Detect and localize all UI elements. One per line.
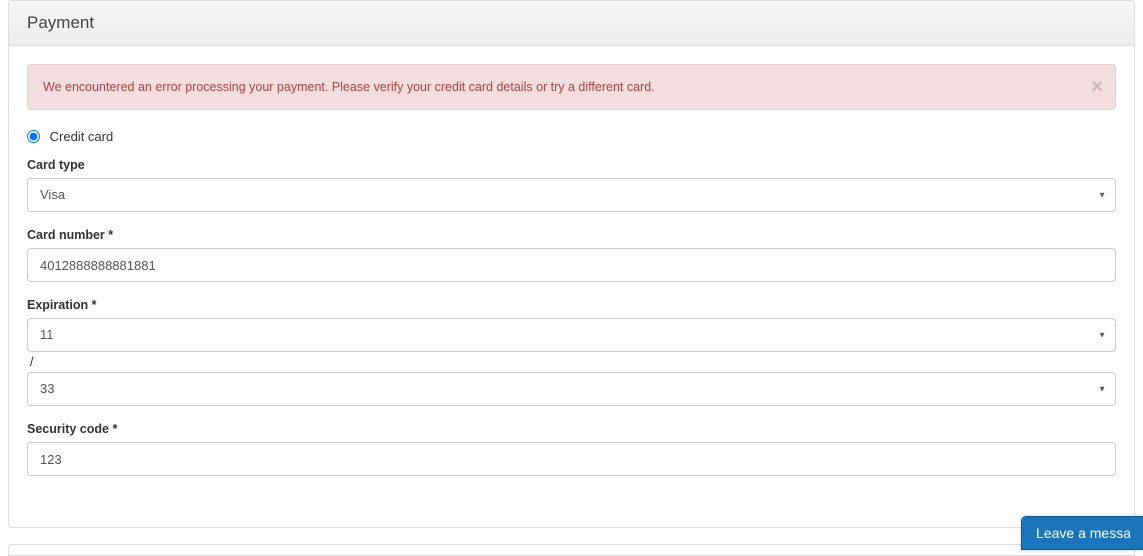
expiration-separator: / (30, 355, 1116, 369)
expiration-year-wrap: 33 (27, 372, 1116, 406)
expiration-month-select[interactable]: 11 (27, 318, 1116, 352)
card-type-group: Card type Visa (27, 158, 1116, 212)
chat-widget-label: Leave a messa (1036, 525, 1131, 541)
card-number-label: Card number * (27, 228, 1116, 242)
card-type-label: Card type (27, 158, 1116, 172)
card-number-input[interactable] (27, 248, 1116, 282)
credit-card-radio-text: Credit card (50, 129, 114, 144)
expiration-month-wrap: 11 (27, 318, 1116, 352)
error-alert-message: We encountered an error processing your … (43, 80, 655, 94)
payment-method-row: Credit card (27, 128, 1116, 144)
next-panel-peek (8, 544, 1135, 556)
card-type-select[interactable]: Visa (27, 178, 1116, 212)
security-code-label: Security code * (27, 422, 1116, 436)
credit-card-radio[interactable] (27, 130, 40, 143)
credit-card-radio-label[interactable]: Credit card (27, 128, 113, 143)
close-icon[interactable]: × (1091, 77, 1103, 97)
card-type-select-wrap: Visa (27, 178, 1116, 212)
expiration-group: Expiration * 11 / 33 (27, 298, 1116, 406)
chat-widget[interactable]: Leave a messa (1021, 516, 1143, 550)
panel-body: We encountered an error processing your … (9, 46, 1134, 510)
security-code-group: Security code * (27, 422, 1116, 476)
payment-panel: Payment We encountered an error processi… (8, 0, 1135, 528)
security-code-input[interactable] (27, 442, 1116, 476)
panel-title: Payment (9, 1, 1134, 46)
card-number-group: Card number * (27, 228, 1116, 282)
expiration-year-select[interactable]: 33 (27, 372, 1116, 406)
error-alert: We encountered an error processing your … (27, 64, 1116, 110)
expiration-label: Expiration * (27, 298, 1116, 312)
